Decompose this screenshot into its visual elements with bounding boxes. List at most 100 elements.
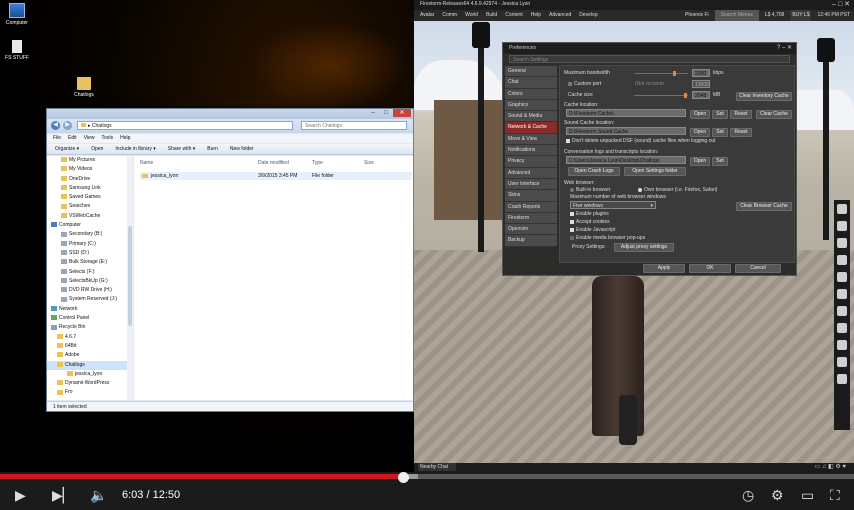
snapshot-icon[interactable]	[837, 289, 847, 299]
conv-logs-input[interactable]: C:\Users\Jessica Lyon\Desktop\Chatlogs	[566, 156, 686, 164]
menu-file[interactable]: File	[53, 134, 61, 143]
volume-icon[interactable]: 🔈	[90, 488, 107, 502]
maximize-button[interactable]: □	[380, 109, 392, 117]
close-icon[interactable]: ? – ✕	[777, 43, 792, 54]
column-type[interactable]: Type	[312, 160, 323, 166]
fullscreen-icon[interactable]: ⛶	[830, 488, 840, 502]
nav-item[interactable]: VSWebCache	[47, 212, 127, 221]
pref-tab[interactable]: General	[505, 66, 557, 78]
nav-item[interactable]: My Pictures	[47, 156, 127, 165]
nav-item[interactable]: SelectsBkUp (G:)	[47, 277, 127, 286]
walk-icon[interactable]	[837, 357, 847, 367]
nav-item[interactable]: SSD (D:)	[47, 249, 127, 258]
menu-avatar[interactable]: Avatar	[420, 10, 434, 21]
forward-button[interactable]: ▶	[63, 121, 72, 130]
scrubber-handle[interactable]	[397, 472, 409, 483]
pref-tab[interactable]: Notifications	[505, 145, 557, 157]
desktop-icon-computer[interactable]: Computer	[0, 3, 34, 26]
nav-item[interactable]: OneDrive	[47, 175, 127, 184]
include-library-button[interactable]: Include in library ▾	[115, 144, 155, 154]
explorer-titlebar[interactable]: – □ ✕	[47, 109, 413, 119]
buy-currency-button[interactable]: BUY L$	[790, 10, 812, 21]
location-icon[interactable]	[837, 204, 847, 214]
camera-icon[interactable]	[837, 323, 847, 333]
browser-windows-select[interactable]: Five windows ▾	[570, 201, 656, 209]
organize-button[interactable]: Organize ▾	[55, 144, 79, 154]
bottom-toolbar-icons[interactable]: ▭ ♫ ◧ ⚙ ♥	[815, 463, 846, 470]
column-size[interactable]: Size	[364, 160, 374, 166]
port-input[interactable]: 13000	[692, 80, 710, 88]
nav-item[interactable]: Computer	[47, 221, 127, 230]
enable-plugins-checkbox[interactable]: Enable plugins	[570, 211, 609, 217]
desktop-icon-fs-stuff[interactable]: FS STUFF	[0, 40, 34, 61]
viewer-window-controls-icon[interactable]: – □ ✕	[832, 0, 850, 8]
sound-cache-reset-button[interactable]: Reset	[730, 128, 752, 137]
nav-item[interactable]: Adobe	[47, 351, 127, 360]
enable-javascript-checkbox[interactable]: Enable Javascript	[570, 227, 615, 233]
column-date[interactable]: Date modified	[258, 160, 289, 166]
share-with-button[interactable]: Share with ▾	[168, 144, 196, 154]
code-icon[interactable]	[837, 255, 847, 265]
apply-button[interactable]: Apply	[643, 264, 685, 273]
people-icon[interactable]	[837, 238, 847, 248]
pref-tab[interactable]: Firestorm	[505, 212, 557, 225]
bandwidth-slider-knob[interactable]	[673, 71, 676, 76]
menu-build[interactable]: Build	[486, 10, 497, 21]
clear-cache-button[interactable]: Clear Cache	[756, 110, 792, 119]
open-crash-logs-button[interactable]: Open Crash Logs	[568, 167, 620, 176]
pref-tab[interactable]: Chat	[505, 77, 557, 89]
cache-location-input[interactable]: D:\Firestorm Cache\	[566, 109, 686, 117]
sound-cache-open-button[interactable]: Open	[690, 128, 710, 137]
nav-item[interactable]: System Reserved (J:)	[47, 295, 127, 304]
pref-tab[interactable]: Backup	[505, 235, 557, 247]
viewer-titlebar[interactable]: Firestorm-Releasex64 4.6.9.42974 - Jessi…	[414, 0, 854, 10]
menu-advanced[interactable]: Advanced	[549, 10, 571, 21]
watch-later-icon[interactable]: ◷	[742, 488, 754, 502]
cache-reset-button[interactable]: Reset	[730, 110, 752, 119]
pref-tab[interactable]: Opensim	[505, 224, 557, 236]
desktop-icon-chatlogs[interactable]: Chatlogs	[67, 77, 101, 98]
menu-content[interactable]: Content	[505, 10, 523, 21]
nav-item[interactable]: Recycle Bin	[47, 323, 127, 332]
pref-tab[interactable]: Network & Cache	[505, 122, 557, 134]
pref-tab[interactable]: Privacy	[505, 156, 557, 168]
gear-icon[interactable]	[837, 306, 847, 316]
file-row[interactable]: jessica_lyon 3/9/2015 3:45 PM File folde…	[140, 172, 412, 180]
gear-icon[interactable]: ⚙	[771, 488, 784, 502]
open-settings-folder-button[interactable]: Open Settings folder	[624, 167, 686, 176]
nav-item[interactable]: 64Bit	[47, 342, 127, 351]
nav-item[interactable]: Selects (F:)	[47, 268, 127, 277]
menu-help[interactable]: Help	[531, 10, 541, 21]
play-icon[interactable]: ▶	[15, 488, 26, 502]
preferences-titlebar[interactable]: Preferences ? – ✕	[503, 43, 796, 54]
nav-item[interactable]: Samsung Link	[47, 184, 127, 193]
menu-develop[interactable]: Develop	[579, 10, 597, 21]
theater-mode-icon[interactable]: ▭	[801, 488, 814, 502]
accept-cookies-checkbox[interactable]: Accept cookies	[570, 219, 610, 225]
nav-item[interactable]: My Videos	[47, 165, 127, 174]
cache-open-button[interactable]: Open	[690, 110, 710, 119]
enable-popups-checkbox[interactable]: Enable media browser pop-ups	[570, 235, 645, 241]
new-folder-button[interactable]: New folder	[230, 144, 254, 154]
cancel-button[interactable]: Cancel	[735, 264, 781, 273]
own-browser-radio[interactable]: Own browser (i.e. Firefox, Safari)	[638, 187, 717, 193]
nav-item[interactable]: Network	[47, 305, 127, 314]
nav-item[interactable]: 4.6.7	[47, 333, 127, 342]
pref-tab[interactable]: User Interface	[505, 178, 557, 191]
chat-icon[interactable]	[837, 221, 847, 231]
nav-item[interactable]: Chatlogs	[47, 360, 127, 370]
conv-logs-set-button[interactable]: Set	[712, 157, 728, 166]
nav-item[interactable]: Secondary (B:)	[47, 230, 127, 239]
menu-help[interactable]: Help	[120, 134, 130, 143]
pref-tab[interactable]: Skins	[505, 190, 557, 202]
close-button[interactable]: ✕	[393, 109, 411, 117]
open-button[interactable]: Open	[91, 144, 103, 154]
menu-view[interactable]: View	[84, 134, 95, 143]
clear-inventory-cache-button[interactable]: Clear Inventory Cache	[736, 92, 792, 101]
nav-item[interactable]: jessica_lyon	[47, 370, 127, 379]
menu-edit[interactable]: Edit	[68, 134, 77, 143]
menu-world[interactable]: World	[465, 10, 478, 21]
nav-item[interactable]: DVD RW Drive (H:)	[47, 286, 127, 295]
burn-button[interactable]: Burn	[207, 144, 218, 154]
cache-size-slider-knob[interactable]	[684, 93, 687, 98]
